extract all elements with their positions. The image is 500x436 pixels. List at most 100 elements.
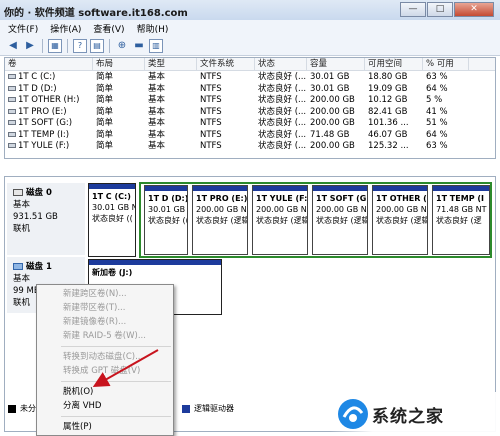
partition-name: 1T YULE (F:): [256, 194, 308, 203]
cell-text: 82.41 GB: [368, 106, 408, 117]
table-cell: 简单: [93, 129, 145, 141]
cell-text: 71.48 GB: [310, 129, 350, 140]
console-icon[interactable]: ▦: [48, 38, 62, 53]
volume-list: 卷 布局 类型 文件系统 状态 容量 可用空间 % 可用 1T C (C:) 简单…: [4, 57, 496, 159]
table-cell: 63 %: [423, 140, 469, 152]
cell-text: 1T D (D:): [18, 83, 57, 94]
minimize-button[interactable]: —: [400, 2, 426, 17]
table-cell: 30.01 GB: [307, 83, 365, 95]
column-header[interactable]: 类型: [145, 58, 197, 70]
table-row[interactable]: 1T PRO (E:) 简单 基本 NTFS 状态良好 (... 200.00 GB 82.…: [5, 106, 495, 118]
table-cell: 64 %: [423, 83, 469, 95]
back-icon[interactable]: ◀: [6, 39, 20, 53]
table-cell: NTFS: [197, 140, 255, 152]
cell-text: NTFS: [200, 106, 222, 117]
partition-size: 71.48 GB NT: [436, 205, 487, 214]
partition-block[interactable]: 1T PRO (E:) 200.00 GB N 状态良好 (逻辑: [192, 185, 248, 255]
cell-text: 基本: [148, 129, 166, 140]
volume-icon: [8, 120, 16, 125]
disk-icon[interactable]: ▬: [132, 39, 146, 53]
menu-action[interactable]: 操作(A): [50, 22, 81, 35]
table-cell: 51 %: [423, 117, 469, 129]
cell-text: 状态良好 (...: [258, 106, 307, 117]
table-cell: NTFS: [197, 106, 255, 118]
help-icon[interactable]: ?: [73, 38, 87, 53]
column-header[interactable]: 状态: [255, 58, 307, 70]
column-header[interactable]: % 可用: [423, 58, 469, 70]
disk0-type: 基本: [13, 200, 31, 210]
partition-name: 1T D (D:): [148, 194, 188, 203]
table-row[interactable]: 1T SOFT (G:) 简单 基本 NTFS 状态良好 (... 200.00 GB 10…: [5, 117, 495, 129]
menu-view[interactable]: 查看(V): [93, 22, 124, 35]
partition-block[interactable]: 1T YULE (F:) 200.00 GB N 状态良好 (逻辑: [252, 185, 308, 255]
cell-text: 状态良好 (...: [258, 83, 307, 94]
cell-text: 简单: [96, 95, 114, 105]
partition-block[interactable]: 1T C (C:) 30.01 GB N 状态良好 ((: [88, 183, 136, 257]
column-header[interactable]: 可用空间: [365, 58, 423, 70]
partition-block[interactable]: 1T SOFT (G 200.00 GB N 状态良好 (逻辑: [312, 185, 368, 255]
menu-separator: [61, 416, 171, 417]
disk-icon: [13, 189, 23, 196]
cell-text: 18.80 GB: [368, 72, 408, 82]
cell-text: 19.09 GB: [368, 83, 408, 94]
table-cell: NTFS: [197, 83, 255, 95]
column-header[interactable]: 容量: [307, 58, 365, 70]
cell-text: 200.00 GB: [310, 141, 355, 151]
table-cell: 200.00 GB: [307, 106, 365, 118]
help2-icon[interactable]: ⊕: [115, 39, 129, 53]
context-menu-item: 转换成 GPT 磁盘(V): [63, 366, 141, 376]
cell-text: 基本: [148, 118, 166, 128]
maximize-button[interactable]: □: [427, 2, 453, 17]
table-cell: 30.01 GB: [307, 71, 365, 83]
cell-text: 64 %: [426, 129, 448, 140]
cell-text: NTFS: [200, 83, 222, 94]
table-cell: 简单: [93, 94, 145, 106]
partition-name: 1T OTHER (: [376, 194, 427, 203]
table-cell: 200.00 GB: [307, 140, 365, 152]
table-row[interactable]: 1T C (C:) 简单 基本 NTFS 状态良好 (... 30.01 GB 18.80 …: [5, 71, 495, 83]
column-header[interactable]: 布局: [93, 58, 145, 70]
table-cell: 82.41 GB: [365, 106, 423, 118]
partition-block[interactable]: 1T OTHER (200.00 GB N 状态良好 (逻辑: [372, 185, 428, 255]
context-menu-item[interactable]: 脱机(O): [37, 385, 173, 399]
partition-size: 30.01 GB N: [148, 205, 187, 214]
partition-status: 状态良好 (逻辑: [256, 216, 308, 225]
column-header[interactable]: 卷: [5, 58, 93, 70]
table-row[interactable]: 1T TEMP (I:) 简单 基本 NTFS 状态良好 (... 71.48 GB 46.…: [5, 129, 495, 141]
view-icon[interactable]: ▥: [149, 38, 163, 53]
cell-text: 46.07 GB: [368, 129, 408, 140]
partition-name: 1T PRO (E:): [196, 194, 248, 203]
partition-block[interactable]: 1T TEMP (I 71.48 GB NT 状态良好 (逻: [432, 185, 490, 255]
toolbar-divider: [42, 38, 43, 53]
logo-text: 系统之家: [372, 407, 444, 427]
cell-text: 状态良好 (...: [258, 118, 307, 128]
table-cell: 状态良好 (...: [255, 71, 307, 83]
table-cell: 简单: [93, 106, 145, 118]
close-button[interactable]: ✕: [454, 2, 494, 17]
context-menu-item[interactable]: 属性(P): [37, 420, 173, 434]
cell-text: 简单: [96, 118, 114, 128]
menu-file[interactable]: 文件(F): [8, 22, 38, 35]
table-cell: 基本: [145, 140, 197, 152]
context-menu-item[interactable]: 分离 VHD: [37, 399, 173, 413]
context-menu: 新建跨区卷(N)... 新建带区卷(T)... 新建镜像卷(R)... 新建 RAID…: [36, 284, 174, 436]
menu-help[interactable]: 帮助(H): [137, 22, 169, 35]
cell-text: 1T TEMP (I:): [18, 129, 70, 140]
table-row[interactable]: 1T YULE (F:) 简单 基本 NTFS 状态良好 (... 200.00 GB 12…: [5, 140, 495, 152]
column-header[interactable]: 文件系统: [197, 58, 255, 70]
table-cell: 46.07 GB: [365, 129, 423, 141]
volume-icon: [8, 131, 16, 137]
properties-icon[interactable]: ▤: [90, 38, 104, 53]
table-cell: 41 %: [423, 106, 469, 118]
disk0-size: 931.51 GB: [13, 212, 58, 222]
disk0-label[interactable]: 磁盘 0 基本 931.51 GB 联机: [7, 183, 85, 255]
partition-size: 200.00 GB N: [256, 205, 307, 214]
cell-text: 1T SOFT (G:): [18, 118, 73, 128]
table-cell: 简单: [93, 140, 145, 152]
cell-text: 200.00 GB: [310, 95, 355, 105]
table-row[interactable]: 1T D (D:) 简单 基本 NTFS 状态良好 (... 30.01 GB 19.09 …: [5, 83, 495, 95]
partition-block[interactable]: 1T D (D:) 30.01 GB N 状态良好 ((: [144, 185, 188, 255]
forward-icon[interactable]: ▶: [23, 39, 37, 53]
table-row[interactable]: 1T OTHER (H:) 简单 基本 NTFS 状态良好 (... 200.00 GB 1…: [5, 94, 495, 106]
table-cell: 基本: [145, 117, 197, 129]
